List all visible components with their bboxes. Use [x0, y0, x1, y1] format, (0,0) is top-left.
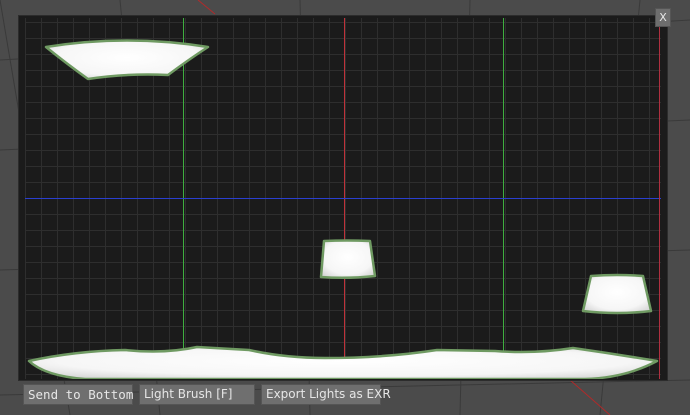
light-brush-button[interactable]: Light Brush [F] [139, 384, 255, 405]
export-lights-button[interactable]: Export Lights as EXR [261, 384, 391, 405]
light-center-softbox[interactable] [319, 239, 377, 280]
light-right-softbox[interactable] [581, 273, 653, 315]
send-to-bottom-button[interactable]: Send to Bottom [23, 384, 133, 405]
light-canvas[interactable] [25, 18, 661, 379]
close-button[interactable]: X [655, 8, 671, 27]
